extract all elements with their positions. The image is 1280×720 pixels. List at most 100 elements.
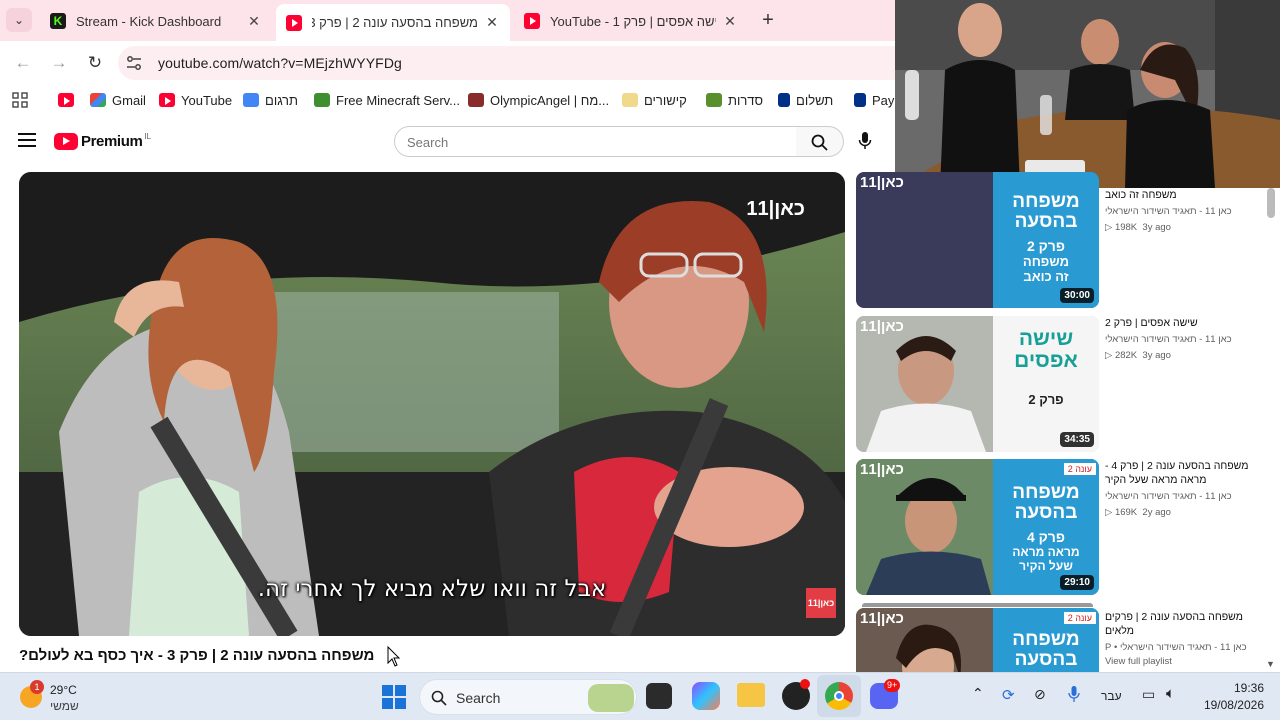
forward-arrow-icon[interactable]: → — [47, 51, 71, 75]
season-badge: עונה 2 — [1063, 463, 1096, 475]
recommendation-title[interactable]: משפחה זה כואב — [1105, 188, 1270, 202]
tab-current-video[interactable]: משפחה בהסעה עונה 2 | פרק 3 ✕ — [276, 4, 510, 41]
network-off-icon[interactable]: ⊘ — [1034, 686, 1046, 703]
sidebar-scrollbar[interactable] — [1267, 188, 1275, 218]
view-count: 169K — [1114, 507, 1138, 518]
recommendation-meta: משפחה זה כואב כאן 11 - תאגיד השידור הישר… — [1105, 188, 1270, 233]
playlist-title[interactable]: משפחה בהסעה עונה 2 | פרקים מלאים — [1105, 610, 1270, 638]
display-icon[interactable]: ▭ — [1142, 686, 1155, 703]
microphone-icon[interactable] — [1068, 685, 1080, 706]
bookmark-links-folder[interactable]: קישורים — [622, 91, 687, 109]
channel-name[interactable]: כאן 11 - תאגיד השידור הישראלי — [1105, 206, 1270, 217]
playlist-item[interactable]: כאן|11 משפחה בהסעה עונה 2 משפחה בהסעה עו… — [856, 603, 1280, 672]
volume-icon[interactable]: 🔈︎ — [1166, 685, 1175, 702]
channel-name[interactable]: כאן 11 - תאגיד השידור הישראלי — [1105, 334, 1270, 345]
sync-icon[interactable]: ⟳ — [1002, 686, 1015, 704]
bookmark-series[interactable]: סדרות — [706, 91, 763, 109]
taskbar-search-box[interactable]: Search — [419, 679, 637, 715]
omnibox[interactable]: youtube.com/watch?v=MEjzhWYYFDg — [118, 46, 918, 80]
view-count: 282K — [1114, 350, 1138, 361]
season-badge: עונה 2 — [1063, 612, 1096, 624]
bookmark-minecraft[interactable]: Free Minecraft Serv... — [314, 91, 460, 109]
url-text[interactable]: youtube.com/watch?v=MEjzhWYYFDg — [158, 55, 402, 71]
youtube-favicon-icon — [159, 93, 175, 107]
kick-favicon-icon: K — [50, 13, 66, 29]
playlist-stack-edge — [862, 603, 1093, 607]
bookmark-gmail[interactable]: Gmail — [90, 91, 146, 109]
bookmark-translate[interactable]: תרגום — [243, 91, 298, 109]
windows-start-icon[interactable] — [382, 685, 406, 714]
channel-watermark[interactable]: כאן|11 — [806, 588, 836, 618]
browser-tab-strip: ⌄ K Stream - Kick Dashboard ✕ משפחה בהסע… — [0, 0, 895, 41]
channel-name[interactable]: כאן 11 - תאגיד השידור הישראלי • P — [1105, 642, 1270, 653]
tab-close-icon[interactable]: ✕ — [722, 13, 738, 30]
view-full-playlist-link[interactable]: View full playlist — [1105, 656, 1270, 667]
video-player[interactable]: כאן|11 אבל זה וואו שלא מביא לך אחרי זה. … — [19, 172, 845, 636]
tab-close-icon[interactable]: ✕ — [246, 13, 262, 30]
recommendation-title[interactable]: שישה אפסים | פרק 2 — [1105, 316, 1270, 330]
video-subtitle-caption: אבל זה וואו שלא מביא לך אחרי זה. — [257, 576, 607, 602]
bookmark-youtube-icon-only[interactable] — [58, 91, 80, 109]
task-view-icon[interactable] — [646, 683, 672, 709]
site-info-tune-icon[interactable] — [126, 55, 142, 74]
recommendation-meta: משפחה בהסעה עונה 2 | פרק 4 - מראה מראה ש… — [1105, 459, 1270, 518]
tab-youtube-shisha-afasim[interactable]: YouTube - שישה אפסים | פרק 1 ✕ — [514, 6, 748, 36]
youtube-premium-logo[interactable]: Premium IL — [54, 132, 151, 150]
recommendation-item[interactable]: כאן|11 משפחה בהסעה פרק 2 משפחה זה כואב 3… — [856, 172, 1280, 308]
recommendation-meta: משפחה בהסעה עונה 2 | פרקים מלאים כאן 11 … — [1105, 610, 1270, 667]
series-icon — [706, 93, 722, 107]
channel-name[interactable]: כאן 11 - תאגיד השידור הישראלי — [1105, 491, 1270, 502]
copilot-icon[interactable] — [692, 682, 720, 710]
video-frame — [19, 172, 845, 636]
minecraft-server-icon — [314, 93, 330, 107]
tab-title: משפחה בהסעה עונה 2 | פרק 3 — [312, 15, 478, 30]
youtube-logo-icon — [54, 133, 78, 150]
play-icon: ▷ — [1105, 222, 1115, 233]
bookmark-olympicangel[interactable]: OlympicAngel | מח... — [468, 91, 609, 109]
address-bar-row: ← → ↻ youtube.com/watch?v=MEjzhWYYFDg — [0, 41, 918, 85]
play-icon: ▷ — [1105, 507, 1115, 518]
tab-title: YouTube - שישה אפסים | פרק 1 — [550, 13, 716, 29]
bookmark-payment[interactable]: תשלום — [778, 91, 833, 109]
weather-description: שמשי — [50, 699, 79, 713]
duration-badge: 29:10 — [1060, 575, 1094, 590]
bookmark-youtube[interactable]: YouTube — [159, 91, 232, 109]
search-button[interactable] — [796, 126, 844, 157]
new-tab-plus-icon[interactable]: + — [756, 9, 780, 33]
reload-icon[interactable]: ↻ — [83, 51, 107, 75]
bookmark-paypal[interactable]: Payl — [854, 91, 897, 109]
paypal-icon — [854, 93, 866, 107]
mouse-cursor-icon — [387, 646, 401, 667]
translate-icon — [243, 93, 259, 107]
tab-search-chevron-icon[interactable]: ⌄ — [6, 8, 32, 32]
recommendation-item[interactable]: כאן|11 משפחה בהסעה פרק 4 מראה מראה שעל ה… — [856, 459, 1280, 595]
menu-hamburger-icon[interactable] — [18, 133, 36, 151]
search-icon — [431, 690, 447, 706]
youtube-favicon-icon — [524, 13, 540, 29]
tab-close-icon[interactable]: ✕ — [484, 14, 500, 31]
voice-search-mic-icon[interactable] — [858, 131, 872, 156]
tab-kick-dashboard[interactable]: K Stream - Kick Dashboard ✕ — [40, 6, 272, 36]
clock[interactable]: 19:36 19/08/2026 — [1200, 681, 1264, 712]
playlist-thumbnail[interactable]: כאן|11 משפחה בהסעה עונה 2 — [856, 608, 1099, 672]
video-title: משפחה בהסעה עונה 2 | פרק 3 - איך כסף בא … — [19, 647, 375, 664]
video-thumbnail[interactable]: כאן|11 משפחה בהסעה פרק 2 משפחה זה כואב 3… — [856, 172, 1099, 308]
video-thumbnail[interactable]: כאן|11 שישה אפסים פרק 2 34:35 — [856, 316, 1099, 452]
scroll-down-arrow-icon[interactable]: ▼ — [1266, 659, 1275, 669]
search-input[interactable]: Search — [394, 126, 797, 157]
show-hidden-icons-chevron-icon[interactable]: ⌃ — [972, 685, 984, 702]
youtube-header: Premium IL Search — [0, 118, 895, 168]
apps-grid-icon[interactable] — [12, 91, 28, 109]
youtube-favicon-icon — [58, 93, 74, 107]
clock-date: 19/08/2026 — [1203, 698, 1264, 712]
input-language[interactable]: עבר — [1101, 689, 1122, 703]
notification-badge: 1 — [30, 680, 44, 694]
back-arrow-icon[interactable]: ← — [11, 51, 35, 75]
video-thumbnail[interactable]: כאן|11 משפחה בהסעה פרק 4 מראה מראה שעל ה… — [856, 459, 1099, 595]
olympicangel-icon — [468, 93, 484, 107]
recommendation-title[interactable]: משפחה בהסעה עונה 2 | פרק 4 - מראה מראה ש… — [1105, 459, 1270, 487]
upload-age: 3y ago — [1142, 222, 1171, 233]
upload-age: 2y ago — [1142, 507, 1171, 518]
file-explorer-icon[interactable] — [737, 683, 765, 707]
recommendation-item[interactable]: כאן|11 שישה אפסים פרק 2 34:35 שישה אפסים… — [856, 316, 1280, 452]
